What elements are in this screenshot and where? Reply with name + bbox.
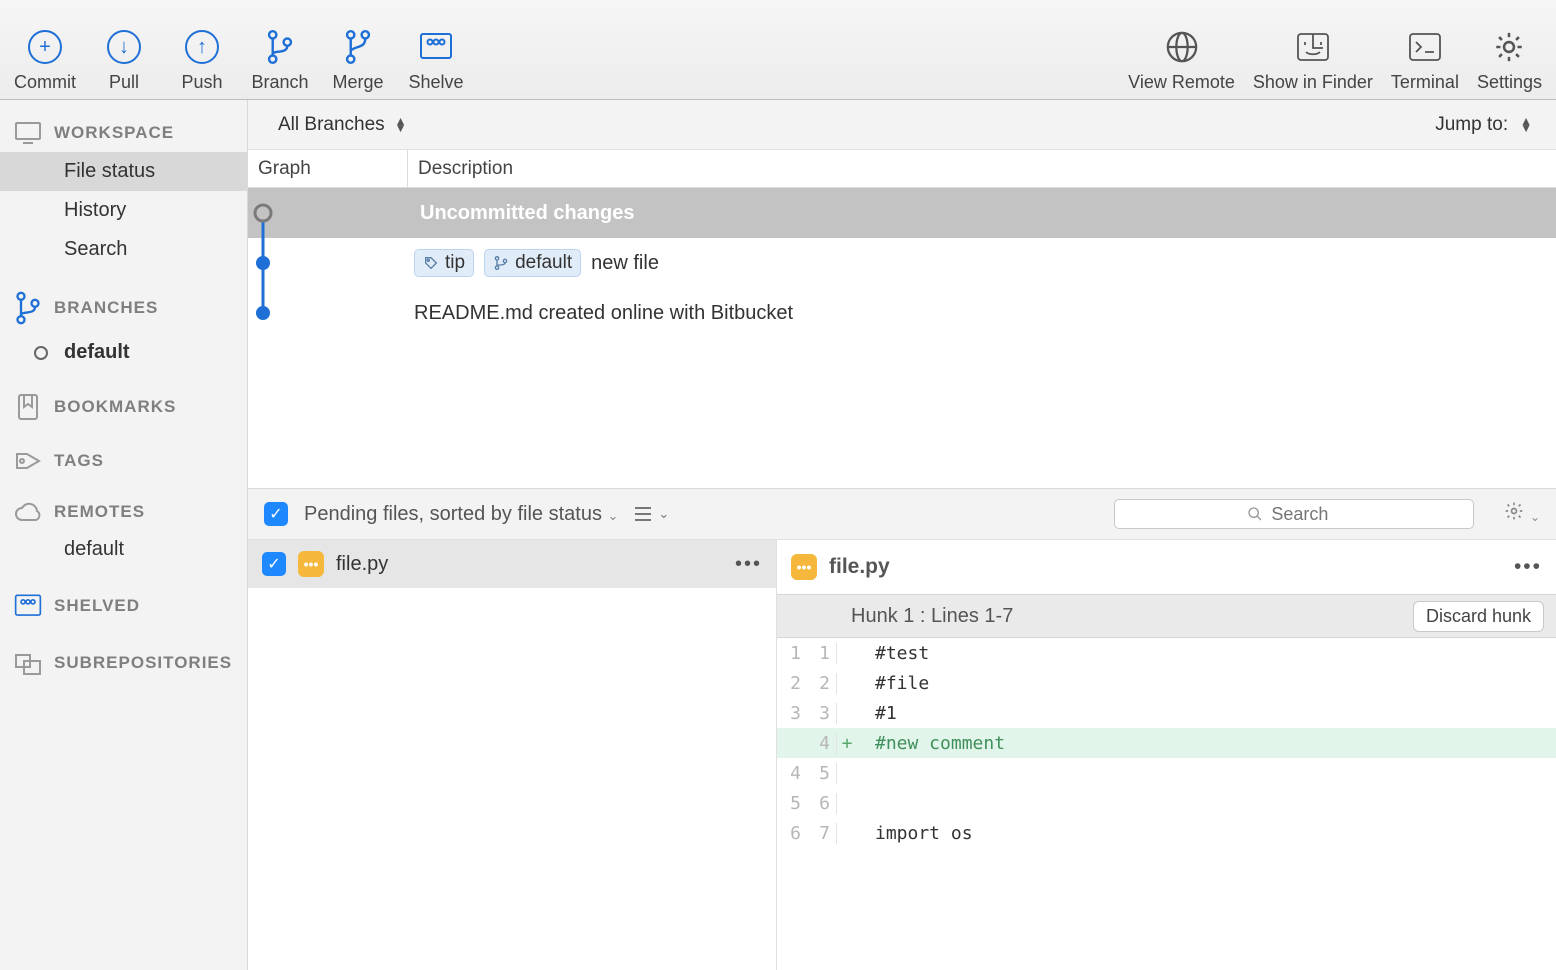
up-icon: ↑ [185,30,219,64]
file-status-toolbar: ✓ Pending files, sorted by file status ⌄… [248,488,1556,540]
sidebar-section-tags[interactable]: TAGS [0,442,247,480]
commit-row-uncommitted[interactable]: Uncommitted changes [248,188,1556,238]
sidebar-item-history[interactable]: History [0,191,247,230]
diff-actions-menu[interactable]: ••• [1514,555,1542,579]
sidebar-section-bookmarks[interactable]: BOOKMARKS [0,386,247,428]
merge-icon [341,30,375,64]
commit-button[interactable]: +Commit [14,30,76,93]
branch-icon [14,291,42,325]
sidebar-section-workspace[interactable]: WORKSPACE [0,114,247,152]
diff-line[interactable]: 45 [777,758,1556,788]
commit-description: new file [591,252,659,275]
hunk-label: Hunk 1 : Lines 1-7 [851,605,1013,628]
diff-line[interactable]: 4+#new comment [777,728,1556,758]
file-status-icon: ••• [298,551,324,577]
sidebar-item-search[interactable]: Search [0,230,247,269]
shelve-icon [14,591,42,621]
discard-hunk-button[interactable]: Discard hunk [1413,601,1544,632]
branch-filter-label: All Branches [278,114,385,136]
diff-line[interactable]: 33#1 [777,698,1556,728]
badge-tip: tip [414,249,474,277]
file-row[interactable]: ✓ ••• file.py ••• [248,540,776,588]
pending-file-list: ✓ ••• file.py ••• [248,540,776,970]
push-button[interactable]: ↑Push [172,30,232,93]
shelve-button[interactable]: Shelve [406,30,466,93]
view-mode-dropdown[interactable]: ⌄ [634,506,669,522]
badge-default-branch: default [484,249,581,277]
sidebar-item-file-status[interactable]: File status [0,152,247,191]
diff-line[interactable]: 67import os [777,818,1556,848]
stage-all-checkbox[interactable]: ✓ [264,502,288,526]
globe-icon [1165,30,1199,64]
file-search-input[interactable] [1271,504,1341,525]
sidebar-item-default[interactable]: default [0,530,247,569]
diff-file-name: file.py [829,555,890,579]
hunk-header: Hunk 1 : Lines 1-7 Discard hunk [777,594,1556,638]
merge-button[interactable]: Merge [328,30,388,93]
file-actions-menu[interactable]: ••• [735,553,762,576]
file-status-settings[interactable]: ⌄ [1504,501,1540,527]
subrepo-icon [14,651,42,675]
sidebar: WORKSPACEFile statusHistorySearch BRANCHE… [0,100,248,970]
jump-to-label: Jump to: [1435,114,1508,136]
history-column-headers: Graph Description [248,150,1556,188]
toolbar: +Commit ↓Pull ↑Push Branch Merge Shelve View … [0,0,1556,100]
chevron-updown-icon: ▲▼ [395,118,407,132]
view-remote-button[interactable]: View Remote [1128,30,1235,93]
commit-list: Uncommitted changes tip default new file… [248,188,1556,488]
stage-file-checkbox[interactable]: ✓ [262,552,286,576]
gear-icon [1492,30,1526,64]
history-filter-bar: All Branches ▲▼ Jump to: ▲▼ [248,100,1556,150]
chevron-updown-icon: ▲▼ [1520,118,1532,132]
down-icon: ↓ [107,30,141,64]
settings-button[interactable]: Settings [1477,30,1542,93]
file-name: file.py [336,553,388,576]
terminal-icon [1408,30,1442,64]
plus-icon: + [28,30,62,64]
finder-icon [1296,30,1330,64]
sidebar-section-remotes[interactable]: REMOTES [0,494,247,530]
branch-button[interactable]: Branch [250,30,310,93]
sidebar-section-shelved[interactable]: SHELVED [0,583,247,629]
branch-icon [263,30,297,64]
column-header-description: Description [408,158,513,180]
current-branch-indicator-icon [34,346,48,360]
diff-pane: ••• file.py ••• Hunk 1 : Lines 1-7 Disca… [776,540,1556,970]
commit-description: README.md created online with Bitbucket [414,302,793,325]
cloud-icon [14,502,42,522]
column-header-graph: Graph [248,150,408,187]
diff-code: 11#test22#file33#14+#new comment455667im… [777,638,1556,848]
commit-row[interactable]: README.md created online with Bitbucket [248,288,1556,338]
diff-line[interactable]: 56 [777,788,1556,818]
search-icon [1247,506,1263,522]
pull-button[interactable]: ↓Pull [94,30,154,93]
shelve-icon [419,30,453,64]
sidebar-item-default[interactable]: default [0,333,247,372]
terminal-button[interactable]: Terminal [1391,30,1459,93]
monitor-icon [14,122,42,144]
commit-description: Uncommitted changes [414,202,634,225]
jump-to-dropdown[interactable]: Jump to: ▲▼ [1411,114,1556,136]
bookmark-icon [14,394,42,420]
show-in-finder-button[interactable]: Show in Finder [1253,30,1373,93]
file-search[interactable] [1114,499,1474,529]
branch-filter-dropdown[interactable]: All Branches ▲▼ [248,114,425,136]
gear-icon [1504,501,1524,521]
tag-icon [14,450,42,472]
diff-line[interactable]: 11#test [777,638,1556,668]
sidebar-section-subrepositories[interactable]: SUBREPOSITORIES [0,643,247,683]
commit-row[interactable]: tip default new file [248,238,1556,288]
sidebar-section-branches[interactable]: BRANCHES [0,283,247,333]
file-sort-dropdown[interactable]: Pending files, sorted by file status ⌄ [304,503,618,526]
file-status-icon: ••• [791,554,817,580]
diff-line[interactable]: 22#file [777,668,1556,698]
